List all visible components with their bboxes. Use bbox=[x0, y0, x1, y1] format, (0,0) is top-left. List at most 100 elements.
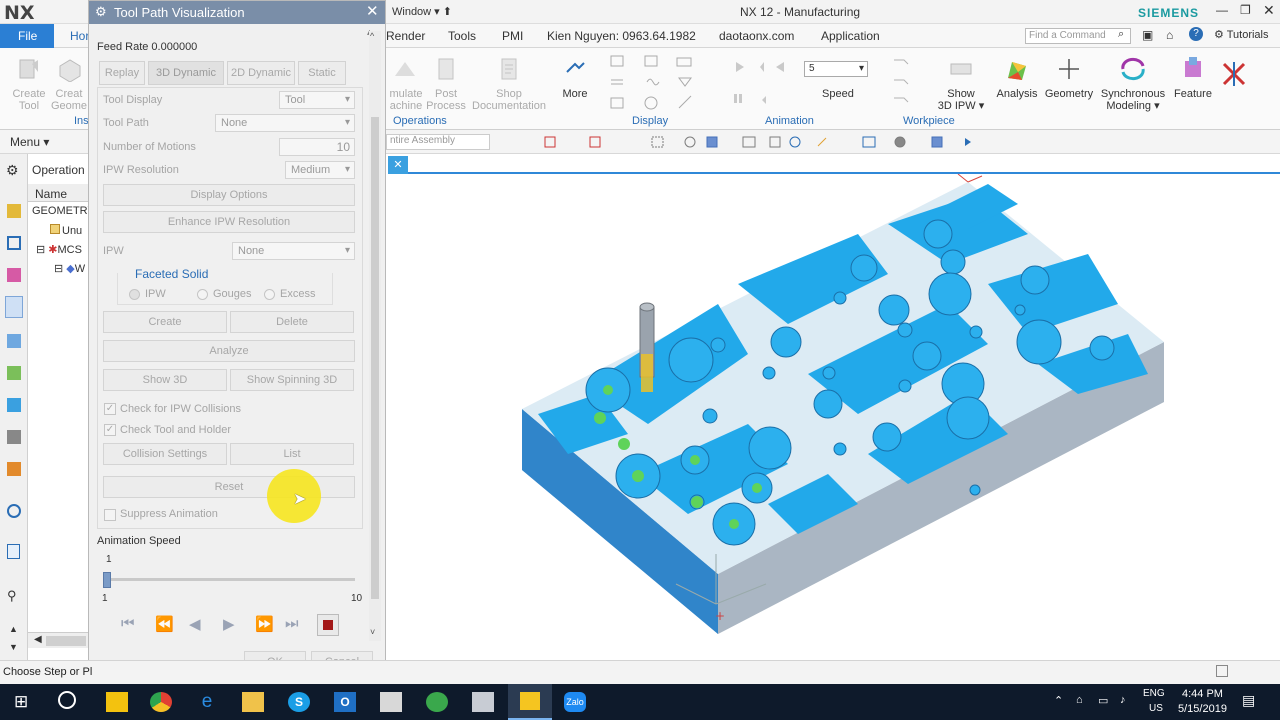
workpiece-tools[interactable] bbox=[890, 54, 926, 110]
radio-gouges[interactable] bbox=[197, 289, 208, 300]
show-3d-ipw-button[interactable]: Show 3D IPW ▾ bbox=[936, 54, 986, 112]
go-to-end-icon[interactable]: ⏭ bbox=[285, 615, 299, 632]
tree-item-geometry[interactable]: GEOMETRY bbox=[32, 205, 95, 217]
fullscreen-icon[interactable] bbox=[1216, 665, 1228, 677]
post-process-button[interactable]: Post Process bbox=[426, 54, 466, 112]
check-tool-holder-checkbox[interactable]: ✓ bbox=[104, 424, 116, 436]
home-icon[interactable]: ⌂ bbox=[1166, 28, 1173, 42]
assembly-navigator-icon[interactable] bbox=[7, 204, 21, 218]
geometry-button[interactable]: Geometry bbox=[1044, 54, 1094, 100]
play-backward-icon[interactable]: ◀ bbox=[189, 615, 201, 633]
delete-button[interactable]: Delete bbox=[230, 311, 354, 333]
file-tab[interactable]: File bbox=[0, 24, 54, 48]
dialog-scroll-thumb[interactable] bbox=[371, 117, 379, 599]
check-ipw-collisions-checkbox[interactable]: ✓ bbox=[104, 403, 116, 415]
tray-chevron-icon[interactable]: ⌃ bbox=[1054, 694, 1063, 707]
assembly-filter-select[interactable]: ntire Assembly bbox=[386, 134, 490, 150]
constraint-navigator-icon[interactable] bbox=[7, 236, 21, 250]
slider-handle[interactable] bbox=[103, 572, 111, 588]
paint-icon[interactable] bbox=[380, 692, 402, 712]
create-button[interactable]: Create bbox=[103, 311, 227, 333]
radio-ipw[interactable] bbox=[129, 289, 140, 300]
clock-time[interactable]: 4:44 PM bbox=[1182, 688, 1223, 700]
minimize-icon[interactable]: — bbox=[1216, 3, 1228, 17]
suppress-animation-checkbox[interactable] bbox=[104, 509, 116, 521]
more-button[interactable]: More bbox=[558, 54, 592, 100]
dialog-close-icon[interactable]: ✕ bbox=[366, 2, 379, 20]
search-icon[interactable]: ⌕ bbox=[1118, 28, 1124, 41]
tab-3d-dynamic[interactable]: 3D Dynamic bbox=[148, 61, 224, 85]
toolbar-icon-strip[interactable] bbox=[500, 134, 1000, 150]
menu-button[interactable]: Menu ▾ bbox=[10, 135, 49, 149]
system-materials-icon[interactable] bbox=[7, 544, 20, 559]
animation-controls[interactable] bbox=[730, 56, 800, 104]
find-command-input[interactable]: Find a Command bbox=[1025, 28, 1131, 44]
tree-item-unused[interactable]: Unu bbox=[50, 224, 82, 237]
tree-item-workpiece[interactable]: ⊟ ◆W bbox=[54, 262, 85, 275]
pmi-tab[interactable]: PMI bbox=[502, 29, 523, 43]
motions-input[interactable]: 10 bbox=[279, 138, 355, 156]
part-navigator-icon[interactable] bbox=[7, 268, 21, 282]
hd3d-icon[interactable] bbox=[7, 430, 21, 444]
speed-select[interactable]: 5 ▾ bbox=[804, 61, 868, 77]
tools-tab[interactable]: Tools bbox=[448, 29, 476, 43]
display-options-button[interactable]: Display Options bbox=[103, 184, 355, 206]
machine-navigator-icon[interactable] bbox=[7, 334, 21, 348]
step-back-icon[interactable]: ⏪ bbox=[155, 615, 174, 633]
list-button[interactable]: List bbox=[230, 443, 354, 465]
dialog-title-bar[interactable]: ⚙ Tool Path Visualization ✕ bbox=[89, 1, 385, 24]
scroll-up-arrow-icon[interactable]: ^ bbox=[370, 31, 374, 41]
nx-app-icon[interactable] bbox=[472, 692, 494, 712]
step-forward-icon[interactable]: ⏩ bbox=[255, 615, 274, 633]
analyze-button[interactable]: Analyze bbox=[103, 340, 355, 362]
tutorials-link[interactable]: ⚙ Tutorials bbox=[1214, 28, 1269, 41]
scroll-up-icon[interactable]: ▲ bbox=[9, 624, 18, 634]
name-column-header[interactable]: Name bbox=[28, 184, 88, 202]
scroll-left-icon[interactable]: ◀ bbox=[34, 634, 42, 645]
show-spinning-3d-button[interactable]: Show Spinning 3D bbox=[230, 369, 354, 391]
create-geometry-button[interactable]: Creat Geome bbox=[50, 54, 88, 112]
show-3d-button[interactable]: Show 3D bbox=[103, 369, 227, 391]
zalo-icon[interactable]: Zalo bbox=[564, 692, 586, 712]
tool-path-select[interactable]: None bbox=[215, 114, 355, 132]
window-menu[interactable]: Window ▾ ⬆ bbox=[392, 5, 452, 18]
network-icon[interactable]: ⌂ bbox=[1076, 694, 1083, 706]
roles-icon[interactable]: ⚲ bbox=[7, 588, 17, 604]
navigator-scrollbar[interactable]: ◀ bbox=[28, 632, 88, 648]
collision-settings-button[interactable]: Collision Settings bbox=[103, 443, 227, 465]
tab-static[interactable]: Static bbox=[298, 61, 346, 85]
tab-close-icon[interactable]: ✕ bbox=[388, 156, 408, 174]
sticky-notes-icon[interactable] bbox=[106, 692, 128, 712]
windows-start-icon[interactable]: ⊞ bbox=[14, 692, 28, 712]
application-tab[interactable]: Application bbox=[821, 29, 880, 43]
play-forward-icon[interactable]: ▶ bbox=[223, 615, 235, 633]
scroll-thumb[interactable] bbox=[46, 636, 86, 646]
ipw-resolution-select[interactable]: Medium bbox=[285, 161, 355, 179]
file-explorer-icon[interactable] bbox=[242, 692, 264, 712]
render-tab[interactable]: Render bbox=[386, 29, 425, 43]
tree-item-mcs[interactable]: ⊟ ✱MCS bbox=[36, 243, 82, 256]
language-label[interactable]: ENG bbox=[1143, 688, 1165, 699]
enhance-ipw-button[interactable]: Enhance IPW Resolution bbox=[103, 211, 355, 233]
analysis-button[interactable]: Analysis bbox=[994, 54, 1040, 100]
synchronous-modeling-button[interactable]: Synchronous Modeling ▾ bbox=[1098, 54, 1168, 112]
web-browser-icon[interactable] bbox=[7, 462, 21, 476]
radio-excess[interactable] bbox=[264, 289, 275, 300]
scroll-down-icon[interactable]: ▼ bbox=[9, 642, 18, 652]
tab-2d-dynamic[interactable]: 2D Dynamic bbox=[227, 61, 295, 85]
skype-icon[interactable]: S bbox=[288, 692, 310, 712]
scroll-down-arrow-icon[interactable]: ˅ bbox=[370, 627, 375, 637]
volume-icon[interactable]: ♪ bbox=[1120, 694, 1126, 706]
feature-navigator-icon[interactable] bbox=[7, 366, 21, 380]
close-icon[interactable]: ✕ bbox=[1263, 2, 1275, 19]
graphics-window[interactable]: ✕ + bbox=[388, 154, 1280, 660]
stop-button[interactable] bbox=[317, 614, 339, 636]
help-icon[interactable]: ? bbox=[1189, 27, 1203, 41]
ipw-select[interactable]: None bbox=[232, 242, 355, 260]
edge-icon[interactable]: e bbox=[196, 692, 218, 712]
feature-button[interactable]: Feature bbox=[1170, 54, 1216, 100]
home-tab[interactable]: Hor bbox=[70, 29, 89, 43]
workpiece-model[interactable]: + bbox=[388, 174, 1280, 660]
chrome-icon[interactable] bbox=[150, 692, 172, 712]
restore-icon[interactable]: ❐ bbox=[1240, 3, 1251, 17]
